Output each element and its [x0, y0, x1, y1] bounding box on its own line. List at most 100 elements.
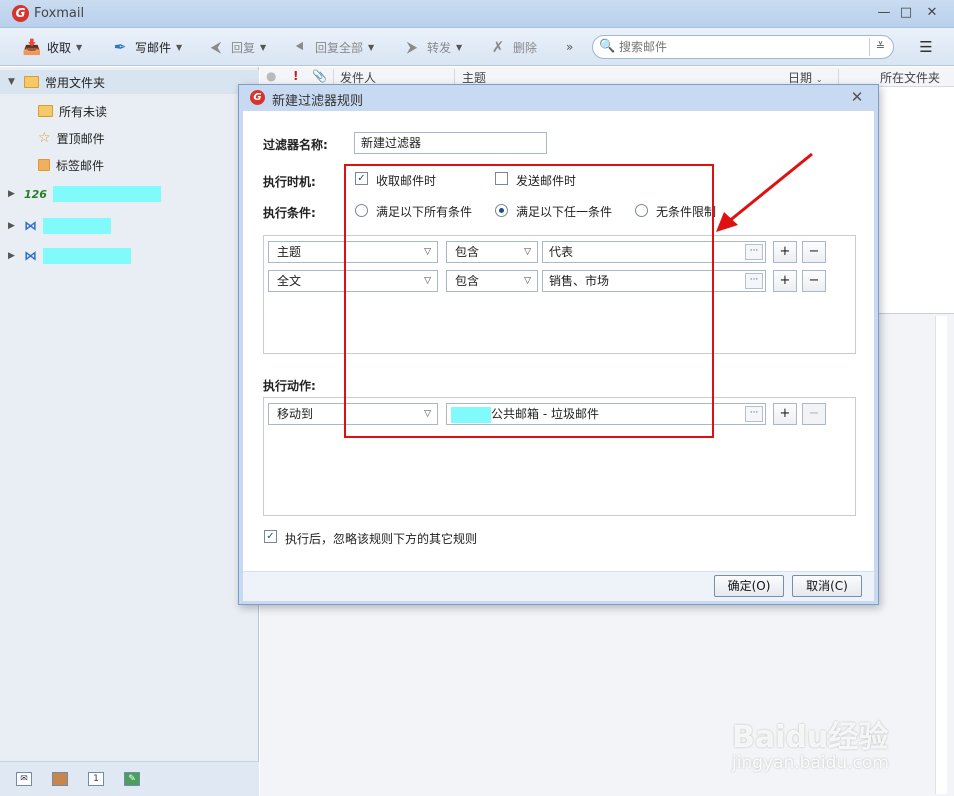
ignore-rules-label: 执行后，忽略该规则下方的其它规则 — [285, 532, 478, 546]
delete-label: 删除 — [513, 40, 538, 55]
cancel-button[interactable]: 取消(C) — [792, 575, 862, 597]
collapsed-triangle-icon: ▶ — [8, 221, 15, 231]
remove-condition-button[interactable]: − — [802, 241, 826, 263]
contacts-icon[interactable] — [52, 772, 68, 786]
condition-label: 执行条件: — [263, 206, 316, 220]
annotation-arrow — [716, 152, 813, 232]
folder-icon — [24, 76, 39, 88]
inbox-tray-icon: 📥 — [22, 38, 42, 56]
sidebar-item-pinned[interactable]: ☆ 置顶邮件 — [38, 127, 105, 149]
folder-icon — [38, 105, 53, 117]
read-status-column-icon[interactable]: ● — [266, 69, 276, 83]
compose-button[interactable]: ✒ 写邮件 ▼ — [110, 36, 182, 58]
annotation-arrow-shaft — [727, 152, 813, 224]
column-divider — [838, 69, 839, 85]
account-126[interactable]: ▶ 126 — [8, 183, 161, 205]
sidebar-bottom-bar: ✉ 1 ✎ — [0, 761, 259, 796]
exchange-icon: ⋈ — [24, 248, 37, 264]
add-action-button[interactable]: + — [773, 403, 797, 425]
delete-button[interactable]: ✗ 删除 — [488, 36, 537, 58]
sidebar-item-unread[interactable]: 所有未读 — [38, 100, 107, 122]
watermark-brand: Baidu经验 — [732, 720, 889, 755]
search-box: 🔍 ≚ — [592, 35, 894, 59]
close-window-button[interactable]: ✕ — [922, 4, 942, 22]
column-divider — [333, 69, 334, 85]
reply-button[interactable]: ⮜ 回复 ▼ — [206, 36, 267, 58]
chevron-down-icon: ⌄ — [815, 75, 823, 84]
sidebar-item-label: 所有未读 — [59, 104, 108, 119]
chevron-down-icon: ▼ — [260, 42, 267, 52]
search-input[interactable] — [619, 39, 859, 55]
foxmail-logo-icon: G — [250, 90, 265, 105]
calendar-icon[interactable]: 1 — [88, 772, 104, 786]
priority-column-icon[interactable]: ! — [293, 69, 298, 83]
remove-condition-button[interactable]: − — [802, 270, 826, 292]
more-options-icon[interactable]: ··· — [745, 244, 763, 260]
delete-x-icon: ✗ — [491, 38, 505, 56]
search-options-chevron-icon[interactable]: ≚ — [869, 38, 891, 56]
sidebar-item-label: 标签邮件 — [56, 158, 105, 173]
dialog-footer: 确定(O) 取消(C) — [243, 571, 874, 601]
minimize-button[interactable]: — — [874, 4, 894, 22]
chevron-down-icon: ▼ — [176, 42, 183, 52]
exchange-icon: ⋈ — [24, 218, 37, 234]
account-exchange-2[interactable]: ▶ ⋈ — [8, 245, 131, 267]
receive-label: 收取 — [47, 40, 72, 55]
more-options-icon[interactable]: ··· — [745, 273, 763, 289]
collapsed-triangle-icon: ▶ — [8, 189, 15, 199]
add-condition-button[interactable]: + — [773, 241, 797, 263]
more-tools-button[interactable]: » — [566, 36, 573, 58]
collapsed-triangle-icon: ▶ — [8, 251, 15, 261]
condition-field-value: 主题 — [277, 245, 302, 259]
forward-button[interactable]: ⮞ 转发 ▼ — [402, 36, 463, 58]
filter-name-label: 过滤器名称: — [263, 138, 328, 152]
star-icon: ☆ — [38, 130, 51, 146]
compose-label: 写邮件 — [135, 40, 172, 55]
maximize-button[interactable]: □ — [896, 4, 916, 22]
expand-triangle-icon: ▼ — [8, 77, 15, 87]
feather-pen-icon: ✒ — [113, 38, 127, 56]
preview-scrollbar[interactable] — [935, 316, 947, 794]
title-bar: G Foxmail — □ ✕ — [0, 0, 954, 28]
timing-label: 执行时机: — [263, 175, 316, 189]
filter-name-input[interactable]: 新建过滤器 — [354, 132, 547, 154]
add-condition-button[interactable]: + — [773, 270, 797, 292]
redacted-account-name — [43, 218, 111, 234]
sidebar-item-label: 置顶邮件 — [56, 131, 105, 146]
account-exchange-1[interactable]: ▶ ⋈ — [8, 215, 111, 237]
dialog-title-bar[interactable]: G 新建过滤器规则 ✕ — [239, 85, 878, 111]
folder-column[interactable]: 所在文件夹 — [880, 69, 940, 86]
sidebar-item-tagged[interactable]: 标签邮件 — [38, 154, 104, 176]
reply-all-button[interactable]: ⯇ 回复全部 ▼ — [290, 36, 374, 58]
chevron-down-icon: ▼ — [368, 42, 375, 52]
column-divider — [454, 69, 455, 85]
mail-view-icon[interactable]: ✉ — [16, 772, 32, 786]
reply-all-arrow-icon: ⯇ — [293, 38, 306, 56]
app-title: Foxmail — [34, 6, 85, 21]
chevron-down-icon: ▼ — [456, 42, 463, 52]
folder-sidebar: ▼ 常用文件夹 所有未读 ☆ 置顶邮件 标签邮件 ▶ 126 ▶ ⋈ ▶ ⋈ ✉… — [0, 67, 259, 796]
reply-arrow-icon: ⮜ — [210, 38, 222, 56]
more-options-icon[interactable]: ··· — [745, 406, 763, 422]
redacted-account-name — [43, 248, 131, 264]
redacted-account-name — [52, 186, 161, 202]
reply-label: 回复 — [231, 40, 256, 55]
tag-folder-icon — [38, 159, 50, 171]
ok-button[interactable]: 确定(O) — [714, 575, 784, 597]
main-menu-icon[interactable]: ☰ — [916, 38, 936, 56]
common-folders-row[interactable]: ▼ 常用文件夹 — [8, 71, 105, 93]
action-label: 执行动作: — [263, 379, 316, 393]
condition-field-value: 全文 — [277, 274, 302, 288]
date-column-label: 日期 — [788, 71, 813, 85]
forward-label: 转发 — [427, 40, 452, 55]
126-mail-icon: 126 — [24, 187, 47, 201]
remove-action-button[interactable]: − — [802, 403, 826, 425]
dialog-close-icon[interactable]: ✕ — [848, 88, 866, 106]
forward-arrow-icon: ⮞ — [406, 38, 418, 56]
ignore-rules-checkbox[interactable]: ✓ — [264, 530, 277, 543]
attachment-column-icon[interactable]: 📎 — [312, 69, 327, 83]
notes-icon[interactable]: ✎ — [124, 772, 140, 786]
action-type-value: 移动到 — [277, 407, 314, 421]
receive-button[interactable]: 📥 收取 ▼ — [22, 36, 83, 58]
common-folders-label: 常用文件夹 — [45, 75, 106, 90]
